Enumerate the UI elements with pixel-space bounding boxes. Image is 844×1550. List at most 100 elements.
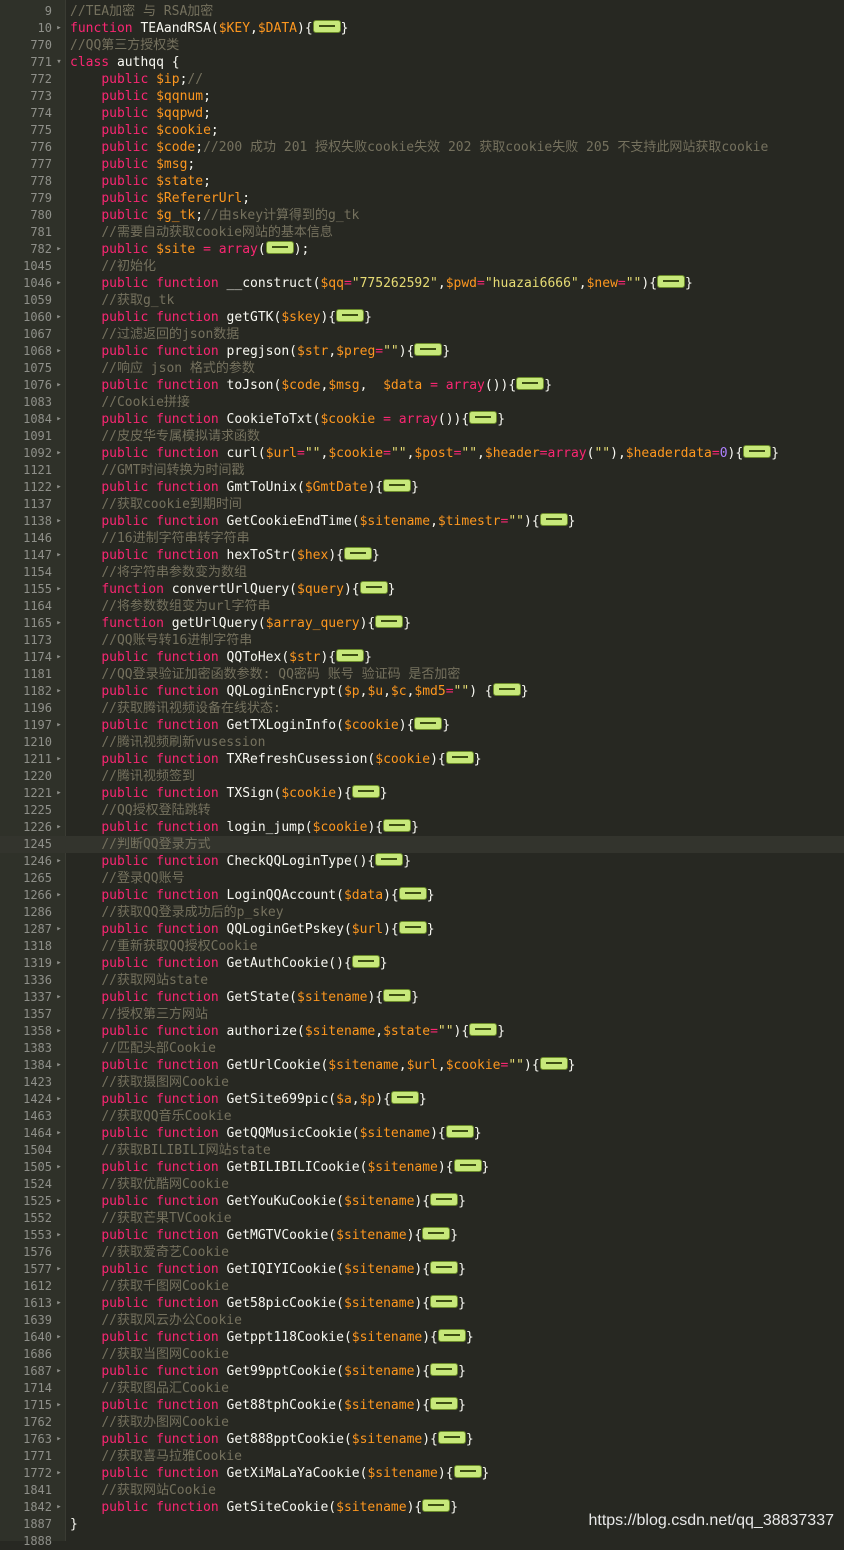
- fold-closed-icon[interactable]: ▸: [54, 955, 64, 972]
- code-line[interactable]: 774 public $qqpwd;: [0, 105, 844, 122]
- code-line[interactable]: 1505 ▸ public function GetBILIBILICookie(…: [0, 1159, 844, 1176]
- collapsed-code-icon[interactable]: [265, 241, 294, 254]
- collapsed-code-icon[interactable]: [359, 581, 388, 594]
- collapsed-code-icon[interactable]: [351, 955, 380, 968]
- code-line[interactable]: 1504 //获取BILIBILI网站state: [0, 1142, 844, 1159]
- collapsed-code-icon[interactable]: [383, 989, 412, 1002]
- collapsed-code-icon[interactable]: [437, 1329, 466, 1342]
- code-line[interactable]: 1525 ▸ public function GetYouKuCookie($si…: [0, 1193, 844, 1210]
- collapsed-code-icon[interactable]: [398, 887, 427, 900]
- code-line[interactable]: 1211 ▸ public function TXRefreshCusession…: [0, 751, 844, 768]
- code-line[interactable]: 1639 //获取风云办公Cookie: [0, 1312, 844, 1329]
- code-line[interactable]: 1612 //获取千图网Cookie: [0, 1278, 844, 1295]
- code-line[interactable]: 1068 ▸ public function pregjson($str,$pre…: [0, 343, 844, 360]
- code-line[interactable]: 778 public $state;: [0, 173, 844, 190]
- code-line[interactable]: 773 public $qqnum;: [0, 88, 844, 105]
- fold-closed-icon[interactable]: ▸: [54, 1023, 64, 1040]
- code-line[interactable]: 782 ▸ public $site = array();: [0, 241, 844, 258]
- code-line[interactable]: 1686 //获取当图网Cookie: [0, 1346, 844, 1363]
- code-line[interactable]: 1147 ▸ public function hexToStr($hex){}: [0, 547, 844, 564]
- code-line[interactable]: 772 public $ip;//: [0, 71, 844, 88]
- fold-closed-icon[interactable]: ▸: [54, 683, 64, 700]
- fold-closed-icon[interactable]: ▸: [54, 1465, 64, 1482]
- code-line[interactable]: 10 ▸ function TEAandRSA($KEY,$DATA){}: [0, 20, 844, 37]
- code-line[interactable]: 1357 //授权第三方网站: [0, 1006, 844, 1023]
- collapsed-code-icon[interactable]: [453, 1159, 482, 1172]
- fold-closed-icon[interactable]: ▸: [54, 751, 64, 768]
- fold-open-icon[interactable]: ▾: [54, 54, 64, 71]
- code-line[interactable]: 1067 //过滤返回的json数据: [0, 326, 844, 343]
- fold-closed-icon[interactable]: ▸: [54, 411, 64, 428]
- code-line[interactable]: 1464 ▸ public function GetQQMusicCookie($…: [0, 1125, 844, 1142]
- fold-closed-icon[interactable]: ▸: [54, 20, 64, 37]
- collapsed-code-icon[interactable]: [743, 445, 772, 458]
- code-line[interactable]: 1164 //将参数数组变为url字符串: [0, 598, 844, 615]
- collapsed-code-icon[interactable]: [422, 1227, 451, 1240]
- code-line[interactable]: 1384 ▸ public function GetUrlCookie($site…: [0, 1057, 844, 1074]
- code-line[interactable]: 1576 //获取爱奇艺Cookie: [0, 1244, 844, 1261]
- code-line[interactable]: 1154 //将字符串参数变为数组: [0, 564, 844, 581]
- code-line[interactable]: 775 public $cookie;: [0, 122, 844, 139]
- code-line[interactable]: 1075 //响应 json 格式的参数: [0, 360, 844, 377]
- code-line[interactable]: 771 ▾ class authqq {: [0, 54, 844, 71]
- code-line[interactable]: 1287 ▸ public function QQLoginGetPskey($u…: [0, 921, 844, 938]
- code-line[interactable]: 1552 //获取芒果TVCookie: [0, 1210, 844, 1227]
- code-line[interactable]: 776 public $code;//200 成功 201 授权失败cookie…: [0, 139, 844, 156]
- code-line[interactable]: 1181 //QQ登录验证加密函数参数: QQ密码 账号 验证码 是否加密: [0, 666, 844, 683]
- code-line[interactable]: 1137 //获取cookie到期时间: [0, 496, 844, 513]
- fold-closed-icon[interactable]: ▸: [54, 1431, 64, 1448]
- code-line[interactable]: 1046 ▸ public function __construct($qq="7…: [0, 275, 844, 292]
- code-line[interactable]: 1197 ▸ public function GetTXLoginInfo($co…: [0, 717, 844, 734]
- code-line[interactable]: 1091 //皮皮华专属模拟请求函数: [0, 428, 844, 445]
- code-line[interactable]: 1762 //获取办图网Cookie: [0, 1414, 844, 1431]
- code-line[interactable]: 1319 ▸ public function GetAuthCookie(){}: [0, 955, 844, 972]
- fold-closed-icon[interactable]: ▸: [54, 547, 64, 564]
- fold-closed-icon[interactable]: ▸: [54, 1499, 64, 1516]
- code-line[interactable]: 1196 //获取腾讯视频设备在线状态:: [0, 700, 844, 717]
- code-line[interactable]: 1358 ▸ public function authorize($sitenam…: [0, 1023, 844, 1040]
- code-editor[interactable]: 9//TEA加密 与 RSA加密 10 ▸ function TEAandRSA($K…: [0, 0, 844, 1548]
- collapsed-code-icon[interactable]: [398, 921, 427, 934]
- fold-closed-icon[interactable]: ▸: [54, 1227, 64, 1244]
- code-line[interactable]: 1246 ▸ public function CheckQQLoginType()…: [0, 853, 844, 870]
- code-line[interactable]: 1888: [0, 1533, 844, 1550]
- fold-closed-icon[interactable]: ▸: [54, 1261, 64, 1278]
- code-line[interactable]: 1084 ▸ public function CookieToTxt($cooki…: [0, 411, 844, 428]
- fold-closed-icon[interactable]: ▸: [54, 1397, 64, 1414]
- code-line[interactable]: 1165 ▸ function getUrlQuery($array_query)…: [0, 615, 844, 632]
- fold-closed-icon[interactable]: ▸: [54, 1329, 64, 1346]
- code-line[interactable]: 1245 //判断QQ登录方式: [0, 836, 844, 853]
- code-line[interactable]: 1083 //Cookie拼接: [0, 394, 844, 411]
- collapsed-code-icon[interactable]: [383, 479, 412, 492]
- collapsed-code-icon[interactable]: [469, 411, 498, 424]
- code-line[interactable]: 1059 //获取g_tk: [0, 292, 844, 309]
- code-line[interactable]: 1092 ▸ public function curl($url="",$cook…: [0, 445, 844, 462]
- code-line[interactable]: 1524 //获取优酷网Cookie: [0, 1176, 844, 1193]
- code-line[interactable]: 1121 //GMT时间转换为时间戳: [0, 462, 844, 479]
- code-line[interactable]: 1173 //QQ账号转16进制字符串: [0, 632, 844, 649]
- fold-closed-icon[interactable]: ▸: [54, 275, 64, 292]
- collapsed-code-icon[interactable]: [390, 1091, 419, 1104]
- code-line[interactable]: 770 //QQ第三方授权类: [0, 37, 844, 54]
- code-line[interactable]: 1210 //腾讯视频刷新vusession: [0, 734, 844, 751]
- code-line[interactable]: 1423 //获取摄图网Cookie: [0, 1074, 844, 1091]
- code-line[interactable]: 1146 //16进制字符串转字符串: [0, 530, 844, 547]
- fold-closed-icon[interactable]: ▸: [54, 921, 64, 938]
- code-line[interactable]: 1045 //初始化: [0, 258, 844, 275]
- code-line[interactable]: 1640 ▸ public function Getppt118Cookie($s…: [0, 1329, 844, 1346]
- code-line[interactable]: 1383 //匹配头部Cookie: [0, 1040, 844, 1057]
- fold-closed-icon[interactable]: ▸: [54, 615, 64, 632]
- collapsed-code-icon[interactable]: [414, 343, 443, 356]
- code-line[interactable]: 1613 ▸ public function Get58picCookie($si…: [0, 1295, 844, 1312]
- fold-closed-icon[interactable]: ▸: [54, 717, 64, 734]
- code-line[interactable]: 1714 //获取图品汇Cookie: [0, 1380, 844, 1397]
- collapsed-code-icon[interactable]: [312, 20, 341, 33]
- collapsed-code-icon[interactable]: [492, 683, 521, 696]
- fold-closed-icon[interactable]: ▸: [54, 377, 64, 394]
- fold-closed-icon[interactable]: ▸: [54, 309, 64, 326]
- code-line[interactable]: 1841 //获取网站Cookie: [0, 1482, 844, 1499]
- collapsed-code-icon[interactable]: [351, 785, 380, 798]
- code-line[interactable]: 780 public $g_tk;//由skey计算得到的g_tk: [0, 207, 844, 224]
- fold-closed-icon[interactable]: ▸: [54, 853, 64, 870]
- fold-closed-icon[interactable]: ▸: [54, 989, 64, 1006]
